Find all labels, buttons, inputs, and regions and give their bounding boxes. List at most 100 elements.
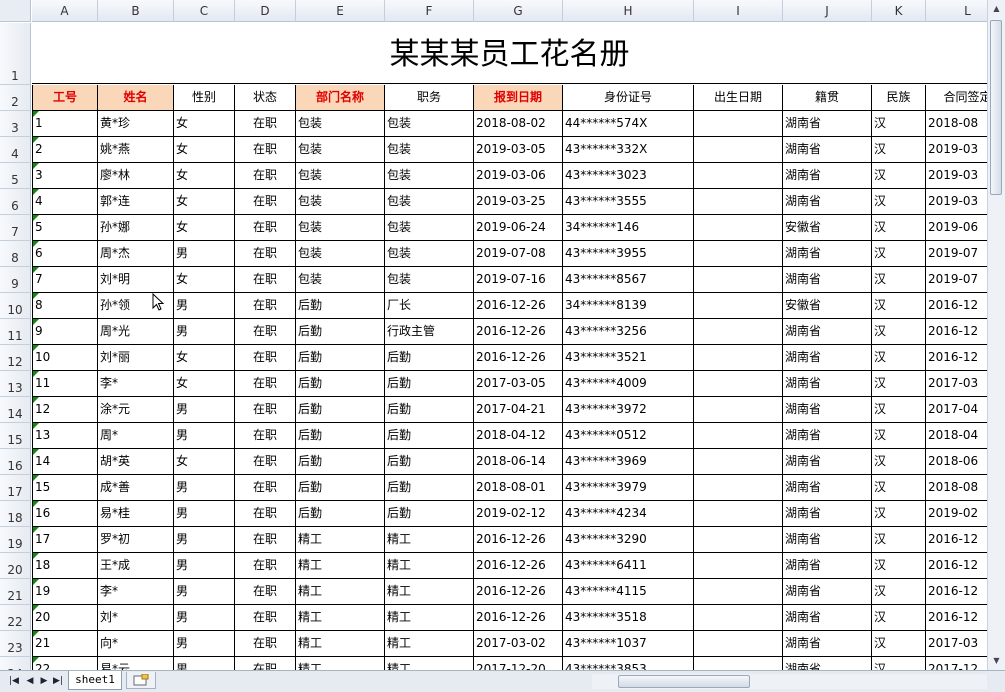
table-cell[interactable]: 2017-03 [926, 631, 987, 657]
table-cell[interactable]: 2016-12 [926, 319, 987, 345]
table-cell[interactable]: 后勤 [385, 345, 474, 371]
table-cell[interactable]: 2018-08-01 [474, 475, 563, 501]
column-header-C[interactable]: C [174, 0, 235, 22]
row-header-4[interactable]: 4 [0, 137, 31, 163]
table-cell[interactable]: 精工 [385, 657, 474, 670]
table-cell[interactable]: 2019-03 [926, 137, 987, 163]
table-cell[interactable]: 包装 [296, 137, 385, 163]
column-header-F[interactable]: F [385, 0, 474, 22]
table-cell[interactable]: 包装 [385, 163, 474, 189]
table-cell[interactable]: 湖南省 [783, 111, 872, 137]
table-cell[interactable]: 17 [32, 527, 98, 553]
table-cell[interactable]: 男 [174, 527, 235, 553]
row-header-9[interactable]: 9 [0, 267, 31, 293]
table-cell[interactable]: 2016-12-26 [474, 553, 563, 579]
column-header-G[interactable]: G [474, 0, 563, 22]
table-cell[interactable]: 精工 [296, 605, 385, 631]
table-cell[interactable]: 汉 [872, 553, 926, 579]
table-cell[interactable]: 在职 [235, 397, 296, 423]
table-cell[interactable] [694, 241, 783, 267]
table-cell[interactable]: 2019-03 [926, 163, 987, 189]
table-cell[interactable]: 湖南省 [783, 371, 872, 397]
table-cell[interactable]: 43******3290 [563, 527, 694, 553]
table-cell[interactable] [694, 293, 783, 319]
tab-sheet1[interactable]: sheet1 [68, 671, 122, 690]
table-cell[interactable]: 34******8139 [563, 293, 694, 319]
table-cell[interactable]: 2017-03-05 [474, 371, 563, 397]
table-cell[interactable]: 女 [174, 189, 235, 215]
table-cell[interactable]: 2017-03-02 [474, 631, 563, 657]
table-cell[interactable]: 9 [32, 319, 98, 345]
column-header-L[interactable]: L [926, 0, 987, 22]
header-cell[interactable]: 籍贯 [783, 85, 872, 111]
table-cell[interactable]: 后勤 [296, 397, 385, 423]
table-cell[interactable]: 湖南省 [783, 631, 872, 657]
table-cell[interactable]: 男 [174, 293, 235, 319]
table-cell[interactable]: 34******146 [563, 215, 694, 241]
table-cell[interactable]: 2018-08-02 [474, 111, 563, 137]
table-cell[interactable]: 2016-12-26 [474, 579, 563, 605]
table-cell[interactable]: 汉 [872, 423, 926, 449]
table-cell[interactable]: 胡*英 [98, 449, 174, 475]
table-cell[interactable]: 精工 [296, 657, 385, 670]
column-header-B[interactable]: B [98, 0, 174, 22]
table-cell[interactable]: 2016-12 [926, 527, 987, 553]
row-header-1[interactable]: 1 [0, 23, 31, 85]
table-cell[interactable]: 在职 [235, 319, 296, 345]
table-cell[interactable]: 汉 [872, 111, 926, 137]
table-cell[interactable] [694, 137, 783, 163]
table-cell[interactable]: 男 [174, 553, 235, 579]
table-cell[interactable]: 女 [174, 267, 235, 293]
table-cell[interactable]: 汉 [872, 189, 926, 215]
table-cell[interactable] [694, 579, 783, 605]
row-header-8[interactable]: 8 [0, 241, 31, 267]
table-cell[interactable]: 男 [174, 631, 235, 657]
table-cell[interactable]: 易*云 [98, 657, 174, 670]
table-cell[interactable]: 8 [32, 293, 98, 319]
header-cell[interactable]: 身份证号 [563, 85, 694, 111]
table-cell[interactable]: 在职 [235, 293, 296, 319]
table-cell[interactable]: 湖南省 [783, 345, 872, 371]
table-cell[interactable]: 女 [174, 111, 235, 137]
table-cell[interactable]: 43******3521 [563, 345, 694, 371]
table-cell[interactable]: 汉 [872, 501, 926, 527]
table-cell[interactable]: 刘*明 [98, 267, 174, 293]
table-cell[interactable]: 汉 [872, 293, 926, 319]
column-header-H[interactable]: H [563, 0, 694, 22]
row-header-19[interactable]: 19 [0, 527, 31, 553]
table-cell[interactable]: 7 [32, 267, 98, 293]
table-cell[interactable]: 汉 [872, 527, 926, 553]
table-cell[interactable]: 后勤 [385, 397, 474, 423]
table-cell[interactable]: 男 [174, 501, 235, 527]
table-cell[interactable]: 43******332X [563, 137, 694, 163]
table-cell[interactable] [694, 111, 783, 137]
table-cell[interactable]: 汉 [872, 371, 926, 397]
table-cell[interactable]: 精工 [385, 527, 474, 553]
table-cell[interactable]: 精工 [296, 553, 385, 579]
table-cell[interactable]: 包装 [296, 241, 385, 267]
table-cell[interactable]: 女 [174, 449, 235, 475]
next-sheet-icon[interactable]: ▶ [38, 674, 50, 688]
table-cell[interactable] [694, 319, 783, 345]
column-header-I[interactable]: I [694, 0, 783, 22]
table-cell[interactable]: 湖南省 [783, 137, 872, 163]
table-cell[interactable]: 在职 [235, 163, 296, 189]
table-cell[interactable]: 汉 [872, 345, 926, 371]
table-cell[interactable]: 6 [32, 241, 98, 267]
table-cell[interactable]: 女 [174, 371, 235, 397]
table-cell[interactable]: 2019-03-25 [474, 189, 563, 215]
table-cell[interactable]: 湖南省 [783, 657, 872, 670]
table-cell[interactable]: 姚*燕 [98, 137, 174, 163]
table-cell[interactable]: 李* [98, 371, 174, 397]
header-cell[interactable]: 出生日期 [694, 85, 783, 111]
table-cell[interactable]: 后勤 [296, 501, 385, 527]
table-cell[interactable]: 在职 [235, 267, 296, 293]
table-cell[interactable]: 安徽省 [783, 215, 872, 241]
table-cell[interactable]: 精工 [296, 631, 385, 657]
table-cell[interactable]: 后勤 [296, 449, 385, 475]
header-cell[interactable]: 工号 [32, 85, 98, 111]
spreadsheet-grid[interactable]: ABCDEFGHIJKL 1 2 3 4 5 6 7 8 9 10 11 12 13 14 15 16 17 18… [0, 0, 987, 670]
table-cell[interactable]: 男 [174, 579, 235, 605]
table-cell[interactable]: 女 [174, 137, 235, 163]
row-header-11[interactable]: 11 [0, 319, 31, 345]
